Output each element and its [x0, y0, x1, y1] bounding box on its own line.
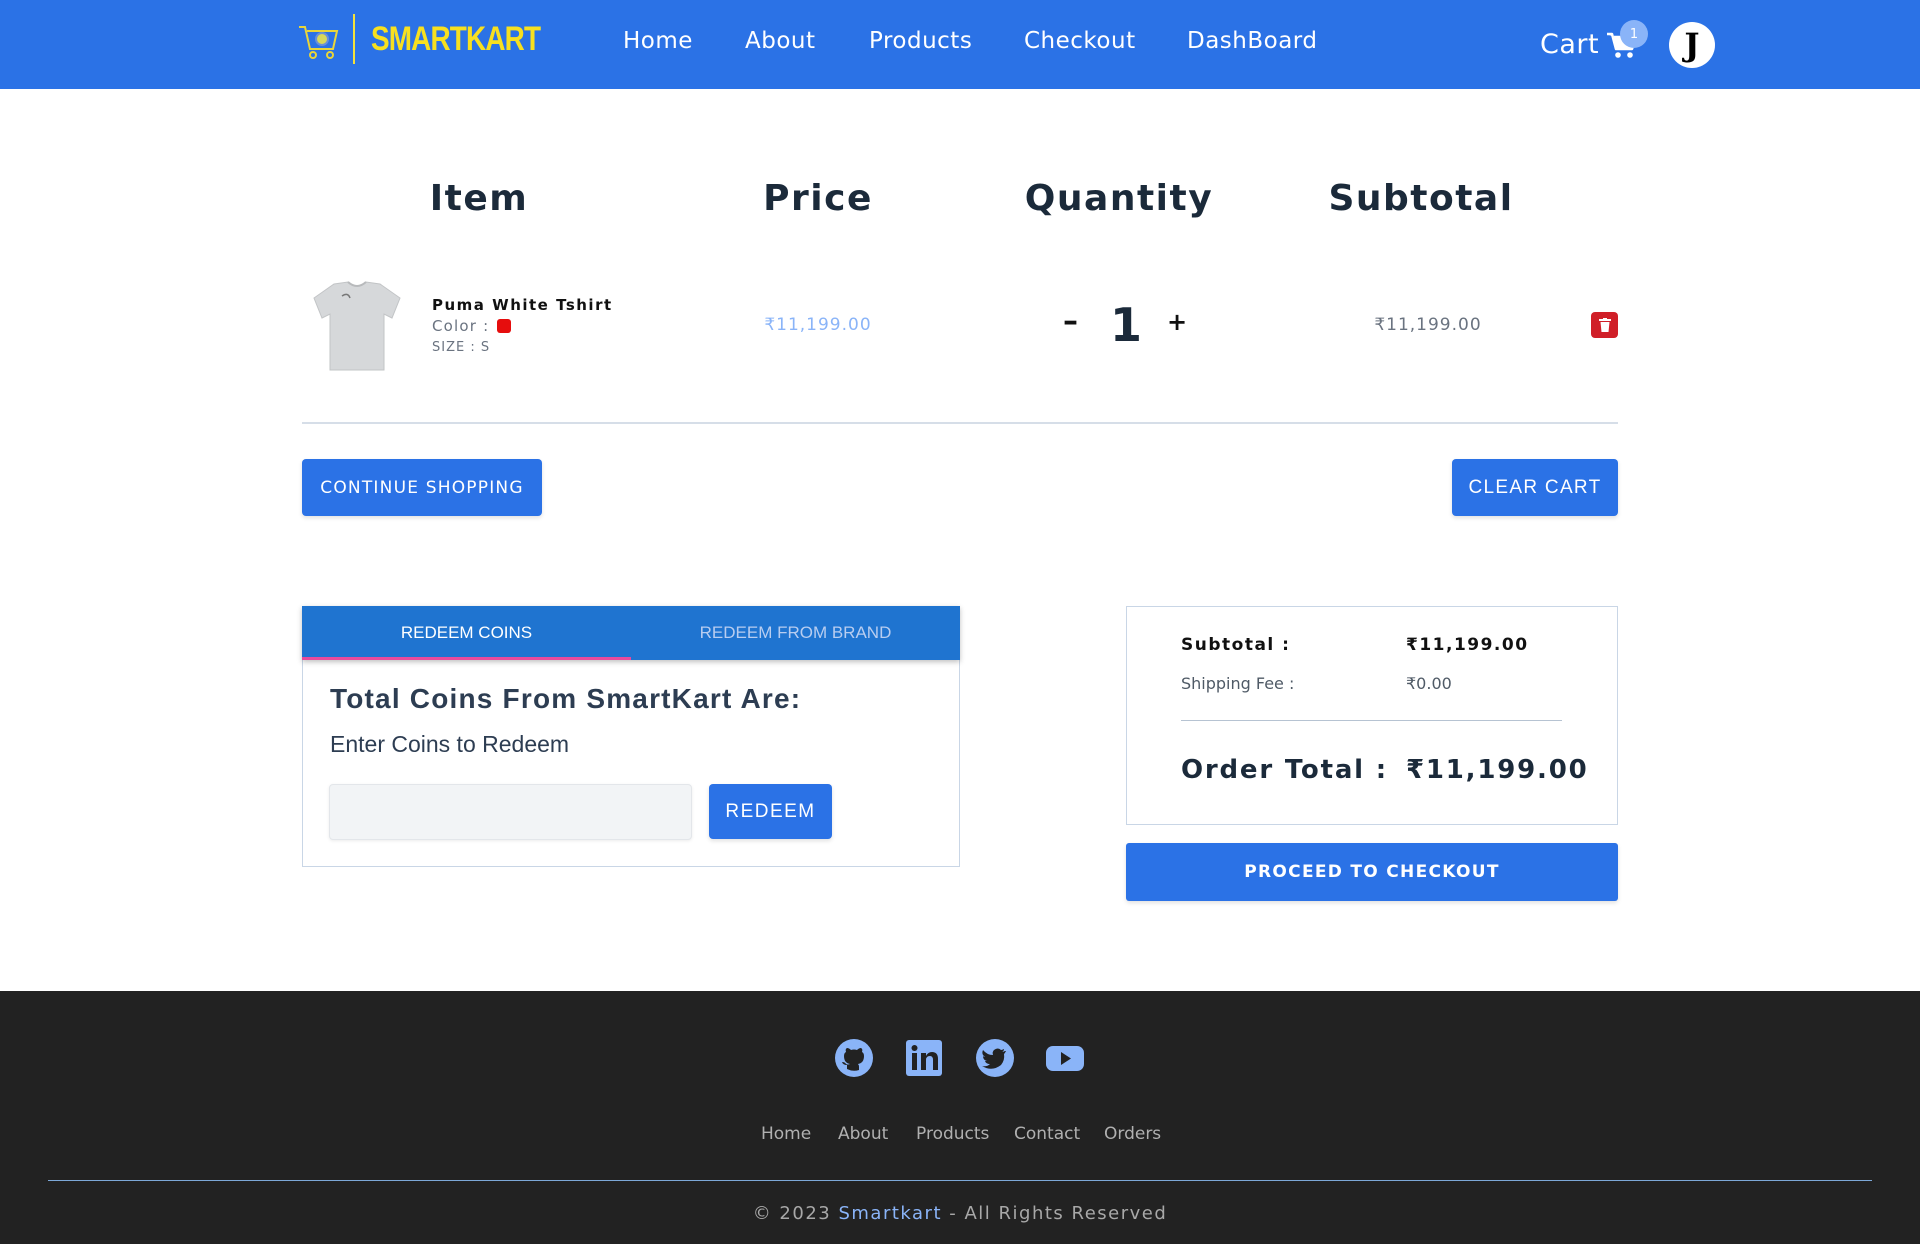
- linkedin-icon[interactable]: [904, 1038, 944, 1078]
- summary-subtotal-value: ₹11,199.00: [1406, 635, 1529, 655]
- nav-about[interactable]: About: [745, 28, 816, 54]
- nav-dashboard[interactable]: DashBoard: [1187, 28, 1317, 54]
- brand-name: SMARTKART: [371, 19, 541, 58]
- copyright-year: © 2023: [752, 1203, 832, 1224]
- brand-logo[interactable]: SMARTKART: [297, 14, 577, 64]
- column-header-item: Item: [429, 178, 529, 219]
- column-header-subtotal: Subtotal: [1328, 178, 1514, 219]
- footer-divider: [48, 1180, 1872, 1181]
- product-color: Color :: [432, 317, 512, 335]
- nav-checkout[interactable]: Checkout: [1024, 28, 1136, 54]
- column-header-quantity: Quantity: [1024, 178, 1214, 219]
- copyright-suffix: - All Rights Reserved: [949, 1203, 1168, 1224]
- product-name: Puma White Tshirt: [432, 296, 613, 314]
- cart-label: Cart: [1540, 29, 1600, 60]
- tab-redeem-from-brand[interactable]: REDEEM FROM BRAND: [631, 606, 960, 660]
- redeem-tabs: REDEEM COINS REDEEM FROM BRAND: [302, 606, 960, 660]
- summary-shipping-value: ₹0.00: [1406, 674, 1452, 693]
- product-size: SIZE : S: [432, 340, 491, 355]
- summary-shipping-label: Shipping Fee :: [1181, 674, 1295, 693]
- clear-cart-button[interactable]: CLEAR CART: [1452, 459, 1618, 516]
- summary-subtotal-label: Subtotal :: [1181, 635, 1291, 655]
- redeem-button[interactable]: REDEEM: [709, 784, 832, 839]
- cart-divider: [302, 422, 1618, 424]
- top-navbar: SMARTKART Home About Products Checkout D…: [0, 0, 1920, 89]
- row-subtotal: ₹11,199.00: [1374, 315, 1482, 335]
- coins-input-label: Enter Coins to Redeem: [330, 731, 570, 757]
- copyright-brand-link[interactable]: Smartkart: [838, 1203, 942, 1224]
- remove-item-button[interactable]: [1591, 312, 1618, 338]
- copyright: © 2023 Smartkart - All Rights Reserved: [0, 1203, 1920, 1224]
- coins-input[interactable]: [329, 784, 692, 840]
- summary-divider: [1181, 720, 1562, 721]
- decrease-quantity-button[interactable]: –: [1063, 304, 1078, 339]
- github-icon[interactable]: [834, 1038, 874, 1078]
- footer-link-orders[interactable]: Orders: [1104, 1124, 1161, 1144]
- order-total-value: ₹11,199.00: [1406, 755, 1589, 785]
- continue-shopping-button[interactable]: CONTINUE SHOPPING: [302, 459, 542, 516]
- footer-link-about[interactable]: About: [838, 1124, 888, 1144]
- cart-count-badge: 1: [1620, 20, 1648, 48]
- trash-icon: [1598, 318, 1611, 332]
- product-image: [313, 281, 401, 371]
- footer-link-products[interactable]: Products: [916, 1124, 989, 1144]
- column-header-price: Price: [763, 178, 873, 219]
- nav-home[interactable]: Home: [623, 28, 693, 54]
- user-avatar[interactable]: J: [1669, 22, 1715, 68]
- twitter-icon[interactable]: [975, 1038, 1015, 1078]
- color-label: Color :: [432, 317, 490, 335]
- shopping-cart-logo-icon: [299, 26, 339, 59]
- order-total-label: Order Total :: [1181, 755, 1388, 785]
- proceed-to-checkout-button[interactable]: PROCEED TO CHECKOUT: [1126, 843, 1618, 901]
- youtube-icon[interactable]: [1045, 1038, 1085, 1078]
- product-price: ₹11,199.00: [764, 315, 872, 335]
- footer-link-contact[interactable]: Contact: [1014, 1124, 1080, 1144]
- color-swatch: [497, 319, 512, 333]
- nav-products[interactable]: Products: [869, 28, 972, 54]
- footer-link-home[interactable]: Home: [761, 1124, 811, 1144]
- tab-redeem-coins[interactable]: REDEEM COINS: [302, 606, 631, 660]
- total-coins-heading: Total Coins From SmartKart Are:: [330, 683, 802, 714]
- increase-quantity-button[interactable]: +: [1167, 308, 1187, 336]
- quantity-value: 1: [1110, 298, 1143, 352]
- logo-separator: [353, 14, 355, 64]
